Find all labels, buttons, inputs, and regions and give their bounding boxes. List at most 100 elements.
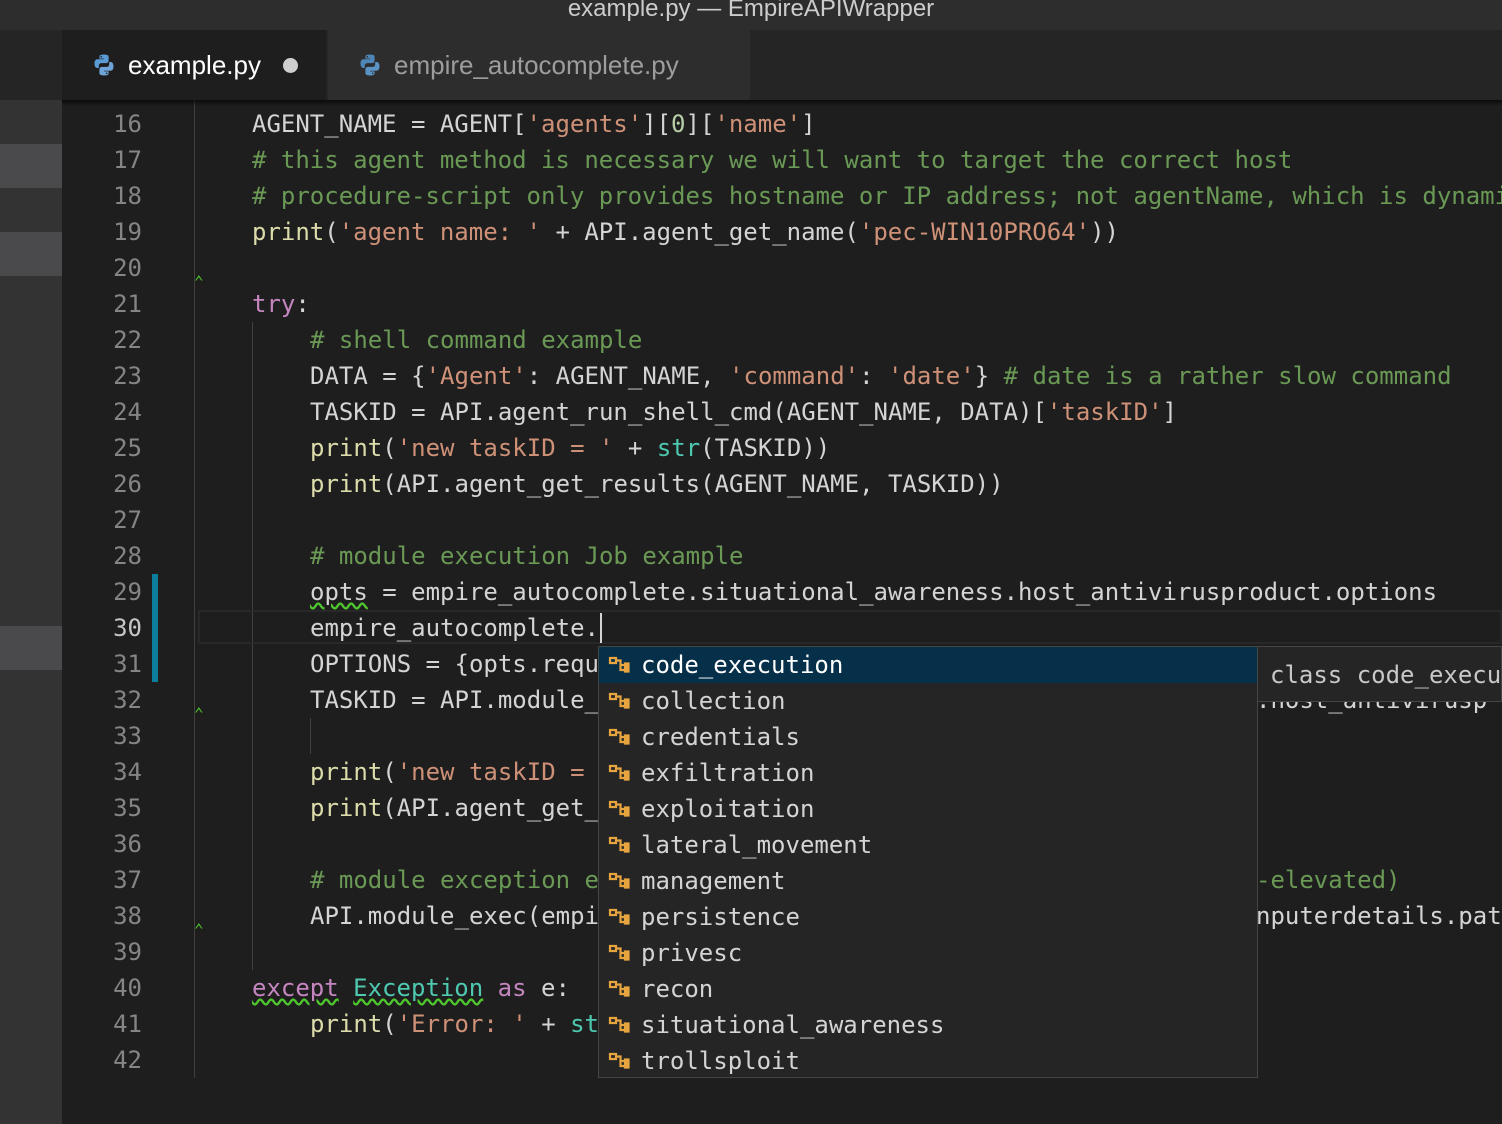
tab-example-py[interactable]: example.py: [62, 30, 326, 100]
builtin-type: str: [656, 434, 701, 462]
suggest-item[interactable]: code_execution: [599, 647, 1257, 683]
line-number: 35: [113, 794, 142, 822]
string-literal: 'agent name: ': [338, 218, 541, 246]
suggest-item-label: persistence: [641, 903, 800, 931]
suggest-item[interactable]: privesc: [599, 935, 1257, 971]
suggest-item[interactable]: credentials: [599, 719, 1257, 755]
code-line-25: print('new taskID = ' + str(TASKID)): [310, 430, 830, 466]
code-line-32: TASKID = API.module_: [310, 686, 599, 714]
suggest-item-label: exploitation: [641, 795, 815, 823]
line-number: 39: [113, 938, 142, 966]
fold-chevron-icon[interactable]: ⌃: [194, 706, 204, 722]
suggest-details-panel: class code_execution: [1258, 646, 1502, 702]
code-line-40: except Exception as e:: [252, 970, 570, 1006]
string-literal: 'date': [888, 362, 975, 390]
python-icon: [94, 54, 114, 76]
code-text: empire_autocomplete.: [310, 614, 599, 642]
indent-guide: [194, 100, 195, 1078]
activity-item[interactable]: [0, 144, 62, 188]
module-icon: [605, 976, 631, 1002]
module-icon: [605, 1012, 631, 1038]
code-line-38: API.module_exec(empi: [310, 902, 599, 930]
keyword: as: [497, 974, 527, 1002]
function-name: print: [310, 758, 383, 786]
suggest-item-label: management: [641, 867, 786, 895]
module-icon: [605, 868, 631, 894]
activity-item[interactable]: [0, 232, 62, 276]
suggest-item[interactable]: management: [599, 863, 1257, 899]
string-literal: 'pec-WIN10PRO64': [858, 218, 1091, 246]
fold-chevron-icon[interactable]: ⌃: [194, 922, 204, 938]
code-text: }: [974, 362, 1004, 390]
line-number: 24: [113, 398, 142, 426]
number-literal: 0: [671, 110, 686, 138]
string-literal: 'taskID': [1046, 398, 1163, 426]
code-fragment-right: nputerdetails.path: [1256, 902, 1502, 930]
string-literal: 'agents': [526, 110, 643, 138]
indent-guide: [310, 718, 311, 754]
suggest-item-label: code_execution: [641, 651, 844, 679]
code-line-30[interactable]: empire_autocomplete.: [310, 610, 599, 646]
unsaved-dot-icon[interactable]: [282, 57, 298, 73]
suggest-item-label: collection: [641, 687, 786, 715]
keyword: try: [252, 290, 296, 318]
function-name: print: [310, 794, 383, 822]
code-text: +: [613, 434, 657, 462]
module-icon: [605, 796, 631, 822]
string-literal: 'new taskID =: [396, 758, 599, 786]
activity-bar: [0, 100, 62, 1124]
line-number: 29: [113, 578, 142, 606]
code-line-16: AGENT_NAME = AGENT['agents'][0]['name']: [252, 106, 816, 142]
function-name: print: [310, 470, 383, 498]
line-number-current: 30: [113, 614, 142, 642]
code-text: (API.agent_get_: [382, 794, 599, 822]
module-icon: [605, 1048, 631, 1074]
code-text: (: [382, 758, 397, 786]
code-line-23: DATA = {'Agent': AGENT_NAME, 'command': …: [310, 358, 1452, 394]
code-text: ][: [685, 110, 715, 138]
line-number: 33: [113, 722, 142, 750]
code-line-26: print(API.agent_get_results(AGENT_NAME, …: [310, 466, 1004, 502]
string-literal: 'command': [729, 362, 860, 390]
suggest-item[interactable]: recon: [599, 971, 1257, 1007]
code-line-21: try:: [252, 286, 310, 322]
suggest-item[interactable]: lateral_movement: [599, 827, 1257, 863]
line-number: 36: [113, 830, 142, 858]
line-number: 20: [113, 254, 142, 282]
suggest-item[interactable]: exfiltration: [599, 755, 1257, 791]
code-text: ]: [1162, 398, 1177, 426]
module-icon: [605, 652, 631, 678]
module-icon: [605, 940, 631, 966]
tab-empire-autocomplete-py[interactable]: empire_autocomplete.py: [328, 30, 750, 100]
code-text: (: [382, 1010, 397, 1038]
line-number: 25: [113, 434, 142, 462]
code-text: e:: [526, 974, 570, 1002]
suggest-item-label: recon: [641, 975, 714, 1003]
keyword: except: [252, 974, 339, 1002]
suggest-item[interactable]: exploitation: [599, 791, 1257, 827]
suggest-item-label: privesc: [641, 939, 743, 967]
suggest-item[interactable]: persistence: [599, 899, 1257, 935]
code-line-41: print('Error: ' + st: [310, 1006, 599, 1042]
code-line-19: print('agent name: ' + API.agent_get_nam…: [252, 214, 1119, 250]
line-number: 21: [113, 290, 142, 318]
line-number: 26: [113, 470, 142, 498]
suggest-item[interactable]: collection: [599, 683, 1257, 719]
suggest-item[interactable]: trollsploit: [599, 1043, 1257, 1079]
lint-warning-text[interactable]: opts: [310, 578, 368, 606]
activity-item[interactable]: [0, 626, 62, 670]
autocomplete-suggest-widget[interactable]: code_execution collection credentials exfil…: [598, 646, 1258, 1078]
line-number: 27: [113, 506, 142, 534]
exception-type: Exception: [353, 974, 484, 1002]
code-text: : AGENT_NAME,: [526, 362, 730, 390]
fold-chevron-icon[interactable]: ⌃: [194, 274, 204, 290]
suggest-item-label: lateral_movement: [641, 831, 873, 859]
modified-lines-indicator[interactable]: [152, 574, 158, 682]
suggest-item[interactable]: situational_awareness: [599, 1007, 1257, 1043]
code-line-37: # module exception e: [310, 866, 599, 894]
line-number: 31: [113, 650, 142, 678]
tab-bar: example.py empire_autocomplete.py: [0, 30, 1502, 100]
line-number: 32: [113, 686, 142, 714]
module-icon: [605, 904, 631, 930]
